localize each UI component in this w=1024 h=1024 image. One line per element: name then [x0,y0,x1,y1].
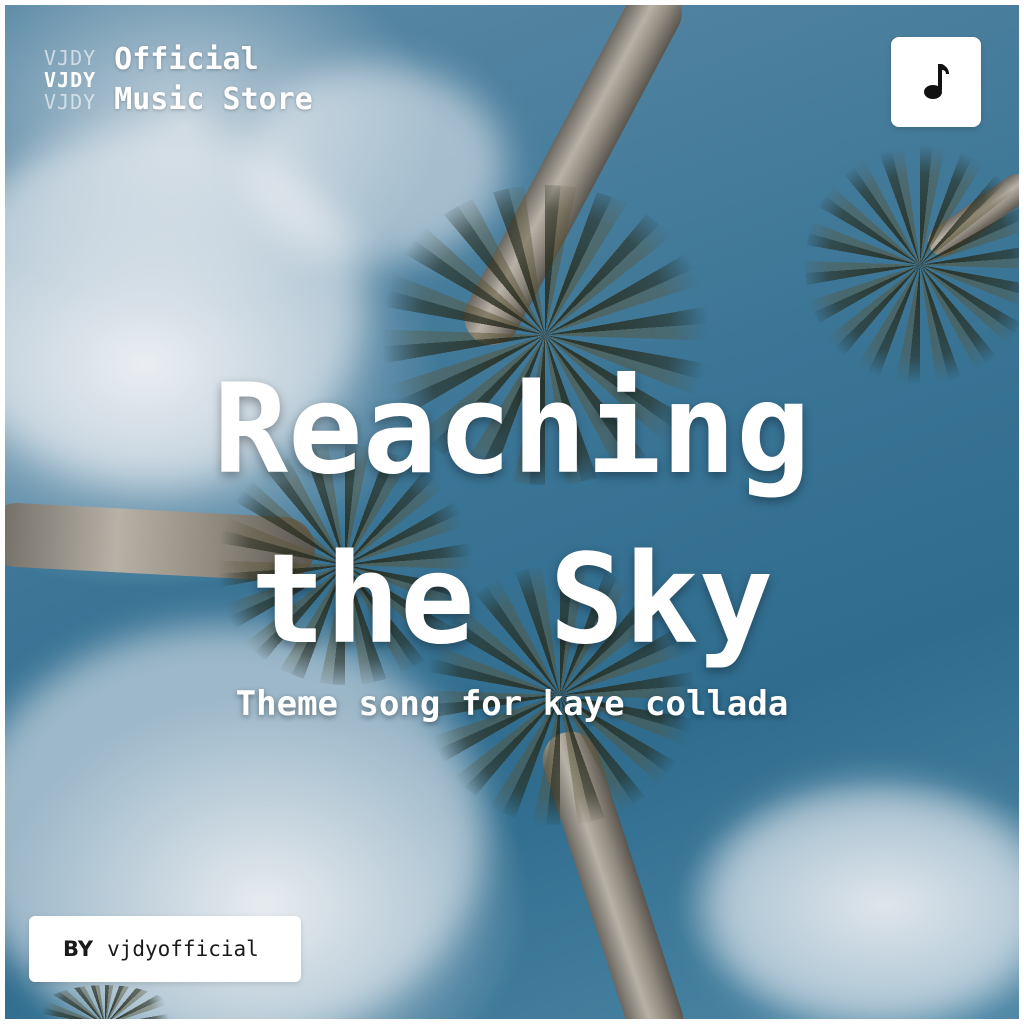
brand-stack-line: VJDY [44,46,97,70]
brand-name: Official Music Store [114,40,313,120]
brand-wordmark-stack: VJDY VJDY VJDY [44,47,96,113]
cloud [705,785,1019,1019]
music-note-icon [924,64,949,99]
brand-name-line1: Official [114,42,259,77]
album-subtitle: Theme song for kaye collada [235,684,789,724]
brand-stack-line: VJDY [44,68,97,92]
album-title-line2: the Sky [250,528,774,672]
music-button[interactable] [891,37,981,127]
album-title: Reaching the Sky [0,345,1024,685]
album-title-line1: Reaching [213,358,811,502]
artist-name: vjdyofficial [107,937,259,961]
credit-by-label: BY [63,937,94,961]
artist-credit-badge[interactable]: BY vjdyofficial [29,916,301,982]
brand-name-line2: Music Store [114,82,313,117]
brand-stack-line: VJDY [44,90,97,114]
brand-logo[interactable]: VJDY VJDY VJDY Official Music Store [44,40,313,120]
